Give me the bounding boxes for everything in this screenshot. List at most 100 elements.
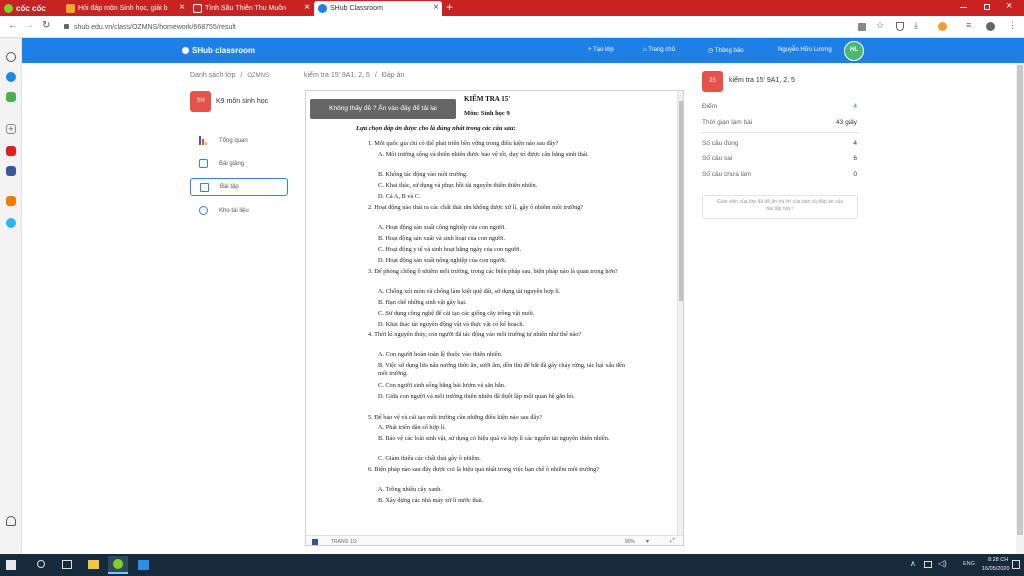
option-5c: C. Giảm thiểu các chất thải gây ô nhiễm. <box>378 455 481 462</box>
star-icon[interactable]: ☆ <box>876 20 884 31</box>
bell-icon[interactable] <box>6 516 16 526</box>
page-indicator: TRANG 1/2 <box>331 539 357 545</box>
avatar[interactable]: HL <box>844 41 864 61</box>
option-3c: C. Sử dụng công nghệ để cải tạo các giốn… <box>378 310 535 317</box>
shield-icon[interactable] <box>896 22 904 31</box>
new-tab-button[interactable]: + <box>446 0 453 14</box>
menu-library[interactable]: Kho tài liệu <box>190 202 288 220</box>
shopping-icon[interactable] <box>6 196 16 206</box>
clock-date[interactable]: 16/05/2020 <box>982 566 1010 572</box>
add-icon[interactable]: + <box>6 124 16 134</box>
coccoc-logo-icon <box>113 559 123 569</box>
volume-icon[interactable]: ◁) <box>938 559 947 568</box>
option-1c: C. Khai thác, sử dụng và phục hồi tài ng… <box>378 182 538 189</box>
zoom-menu-icon[interactable]: ▾ <box>646 538 649 545</box>
game-icon[interactable] <box>6 92 16 102</box>
search-icon[interactable] <box>37 560 45 568</box>
address-bar: ← → ↻ shub.edu.vn/class/OZMNS/homework/6… <box>0 16 1024 38</box>
page-scrollbar-thumb[interactable] <box>1017 65 1023 535</box>
question-6: 6. Biện pháp nào sau đây được coi là hiệ… <box>368 466 600 473</box>
youtube-icon[interactable] <box>6 146 16 156</box>
create-class-link[interactable]: + Tạo lớp <box>588 47 614 53</box>
reload-notice-button[interactable]: Không thấy đề ? Ấn vào đây để tải lại <box>310 99 456 119</box>
tray-chevron-icon[interactable]: ∧ <box>910 559 916 568</box>
tab-favicon-icon <box>66 4 75 13</box>
breadcrumb-separator: / <box>374 72 377 79</box>
stat-label-unanswered: Số câu chưa làm <box>702 171 752 178</box>
task-view-icon[interactable] <box>62 560 72 569</box>
coccoc-taskbar-icon[interactable] <box>108 556 128 574</box>
menu-overview[interactable]: Tổng quan <box>190 132 288 150</box>
home-label: Trang chủ <box>648 47 675 53</box>
discount-icon[interactable] <box>6 218 16 228</box>
breadcrumb-class-list[interactable]: Danh sách lớp <box>190 72 235 79</box>
option-4b: B. Việc sử dụng lửa nấu nướng thức ăn, s… <box>378 362 625 377</box>
tab-label: Hỏi đáp môn Sinh học, giải b <box>78 5 168 12</box>
app-taskbar-icon[interactable] <box>138 560 149 570</box>
stats-divider <box>702 132 858 133</box>
class-name: K9 môn sinh học <box>216 98 269 105</box>
tab-label: Tình Sâu Thiên Thu Muôn <box>205 5 287 12</box>
window-minimize-icon[interactable] <box>960 7 967 8</box>
shub-logo[interactable]: SHub classroom <box>182 46 255 55</box>
coccoc-logo-icon <box>4 3 13 13</box>
page-scrollbar-track[interactable] <box>1016 63 1024 554</box>
tab-shub[interactable]: SHub Classroom × <box>314 1 442 16</box>
fullscreen-icon[interactable]: ⤢ <box>670 538 675 545</box>
settings-icon[interactable]: ≡ <box>966 20 971 30</box>
tab-hoidap[interactable]: Hỏi đáp môn Sinh học, giải b × <box>62 1 188 16</box>
window-close-icon[interactable]: × <box>1006 0 1012 12</box>
option-6b: B. Xây dựng các nhà máy xử lí nước thải. <box>378 497 484 504</box>
back-icon[interactable]: ← <box>8 20 18 31</box>
network-icon[interactable] <box>924 561 932 568</box>
breadcrumb: Danh sách lớp / OZMNS <box>190 72 269 79</box>
extension-icon[interactable] <box>938 22 947 31</box>
user-name[interactable]: Nguyễn Hữu Lương <box>778 47 832 53</box>
breadcrumb-class-code[interactable]: OZMNS <box>247 73 269 79</box>
language-indicator[interactable]: ENG <box>963 561 975 567</box>
download-icon[interactable]: ⤓ <box>914 20 918 31</box>
history-icon[interactable] <box>6 52 16 62</box>
home-link[interactable]: ⌂ Trang chủ <box>643 47 675 53</box>
browser-brand[interactable]: cốc cốc <box>4 2 46 14</box>
option-1d: D. Cả A, B và C. <box>378 193 421 200</box>
close-icon[interactable]: × <box>304 3 310 13</box>
zoom-level: 80% <box>625 539 636 545</box>
close-icon[interactable]: × <box>433 3 439 13</box>
menu-icon[interactable]: ⋮ <box>1008 20 1017 31</box>
notification-center-icon[interactable] <box>1012 560 1020 569</box>
doc-scrollbar-thumb[interactable] <box>679 101 683 301</box>
document-viewer[interactable]: Không thấy đề ? Ấn vào đây để tải lại KI… <box>305 90 684 546</box>
clock-time[interactable]: 8:28 CH <box>988 557 1008 563</box>
option-3d: D. Khai thác tài nguyên động vật và thực… <box>378 321 525 328</box>
reload-icon[interactable]: ↻ <box>42 20 50 31</box>
close-icon[interactable]: × <box>179 3 185 13</box>
window-maximize-icon[interactable] <box>984 4 990 10</box>
word-icon <box>312 539 318 545</box>
doc-scrollbar-track[interactable] <box>677 91 683 535</box>
tab-favicon-icon <box>318 4 327 13</box>
breadcrumb-answer[interactable]: Đáp án <box>382 72 405 79</box>
tab-favicon-icon <box>193 4 202 13</box>
class-badge: SH <box>190 91 211 112</box>
tab-music[interactable]: Tình Sâu Thiên Thu Muôn × <box>189 1 313 16</box>
clock-icon: ◷ <box>708 48 715 54</box>
url-field[interactable]: shub.edu.vn/class/OZMNS/homework/668755/… <box>62 19 862 35</box>
browser-sidebar: + <box>0 38 22 554</box>
menu-homework[interactable]: Bài tập <box>190 178 288 196</box>
document-page: Không thấy đề ? Ấn vào đây để tải lại KI… <box>306 91 676 535</box>
facebook-icon[interactable] <box>6 166 16 176</box>
breadcrumb-test-name[interactable]: kiểm tra 15' 9A1, 2, 5 <box>304 72 370 79</box>
option-4d: D. Giữa con người và môi trường thiên nh… <box>378 393 575 400</box>
option-1a: A. Môi trường sống và thiên nhiên được b… <box>378 151 589 158</box>
messenger-icon[interactable] <box>6 72 16 82</box>
file-explorer-icon[interactable] <box>88 560 99 569</box>
menu-lectures[interactable]: Bài giảng <box>190 155 288 173</box>
forward-icon[interactable]: → <box>24 20 34 31</box>
account-icon[interactable] <box>986 22 995 31</box>
notifications-link[interactable]: ◷ Thông báo <box>708 47 744 54</box>
windows-start-icon[interactable] <box>6 560 16 570</box>
translate-icon[interactable] <box>858 23 866 31</box>
option-2a: A. Hoạt động sản xuất công nghiệp của co… <box>378 224 506 231</box>
question-2: 2. Hoạt động nào thải ra các chất thải r… <box>368 204 584 211</box>
